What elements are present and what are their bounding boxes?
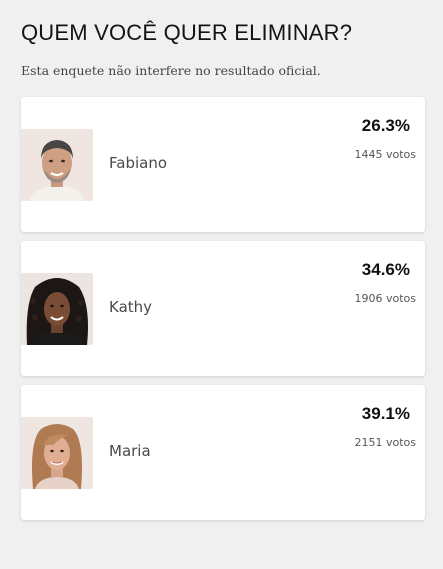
option-name: Kathy <box>109 298 153 316</box>
poll-disclaimer: Esta enquete não interfere no resultado … <box>21 63 321 78</box>
option-percentage: 39.1% <box>361 404 410 423</box>
avatar-kathy <box>21 273 93 345</box>
option-name: Maria <box>109 442 151 460</box>
option-votes: 2151 votos <box>354 436 416 449</box>
option-votes: 1445 votos <box>354 148 416 161</box>
poll-option-maria[interactable]: Maria 39.1% 2151 votos <box>21 385 425 520</box>
option-votes: 1906 votos <box>354 292 416 305</box>
option-percentage: 34.6% <box>361 260 410 279</box>
avatar-maria <box>21 417 93 489</box>
poll-option-fabiano[interactable]: Fabiano 26.3% 1445 votos <box>21 97 425 232</box>
poll-option-kathy[interactable]: Kathy 34.6% 1906 votos <box>21 241 425 376</box>
avatar-fabiano <box>21 129 93 201</box>
option-percentage: 26.3% <box>361 116 410 135</box>
poll-title: QUEM VOCÊ QUER ELIMINAR? <box>21 20 353 45</box>
option-name: Fabiano <box>109 154 168 172</box>
